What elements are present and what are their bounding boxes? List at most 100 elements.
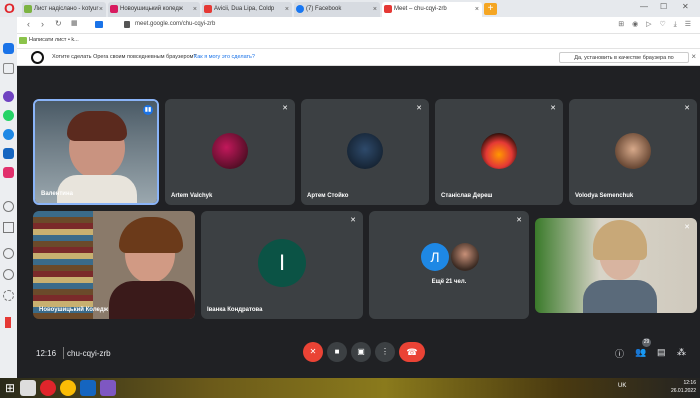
close-icon[interactable]: ×: [691, 52, 696, 61]
tab-meet[interactable]: Meet – chu-cqyi-zrb ×: [382, 2, 482, 17]
avatar: Л: [421, 243, 449, 271]
people-icon[interactable]: 👥: [635, 347, 646, 358]
chat-icon[interactable]: ▤: [657, 347, 666, 358]
tab-label: (7) Facebook: [306, 6, 342, 12]
tabs-grid-icon[interactable]: ▦: [71, 19, 78, 27]
opera-icon[interactable]: [40, 380, 56, 396]
more-participants-label: Ещё 21 чел.: [431, 279, 467, 285]
tab-strip: O Лист надіслано - kotyur × Новоушицький …: [0, 0, 700, 17]
person-shirt: [57, 175, 137, 203]
clock-time: 12:16: [683, 380, 696, 386]
instagram-icon[interactable]: [3, 167, 14, 178]
address-actions[interactable]: ⊞ ◉ ▷ ♡ ⤓ ☰: [618, 20, 694, 29]
reload-icon[interactable]: ↻: [55, 19, 62, 28]
divider: [63, 347, 64, 359]
settings-icon[interactable]: [3, 290, 14, 301]
meet-main: ▮▮ Валентина ✕ Artem Valchyk ✕ Артем Сто…: [17, 66, 700, 378]
url-field[interactable]: meet.google.com/chu-cqyi-zrb: [135, 21, 215, 27]
language-indicator[interactable]: UK: [618, 383, 626, 389]
mic-off-icon: ✕: [684, 224, 690, 231]
mic-off-icon: ✕: [350, 217, 356, 224]
more-options-button[interactable]: ⋮: [375, 342, 395, 362]
speed-dial-icon[interactable]: [3, 43, 14, 54]
youtube-favicon-icon: [204, 5, 212, 13]
back-icon[interactable]: ‹: [27, 19, 30, 29]
opera-logo-icon[interactable]: O: [2, 1, 17, 16]
infobar-link[interactable]: Как я могу это сделать?: [194, 54, 255, 60]
tile-name: Artem Valchyk: [171, 193, 213, 199]
tab-youtube[interactable]: Avicii, Dua Lipa, Coldp ×: [202, 2, 292, 17]
participants-badge: 29: [642, 338, 651, 347]
meeting-code: chu-cqyi-zrb: [67, 349, 111, 358]
whatsapp-icon[interactable]: [3, 110, 14, 121]
tile-name: Новоушицький Коледж: [39, 307, 108, 313]
tile-name: Іванка Кондратова: [207, 307, 263, 313]
tab-label: Avicii, Dua Lipa, Coldp: [214, 6, 275, 12]
activities-icon[interactable]: ⁂: [677, 347, 686, 358]
participant-tile-college[interactable]: Новоушицький Коледж: [33, 211, 195, 319]
more-participants-tile[interactable]: ✕ Л Ещё 21 чел.: [369, 211, 529, 319]
maximize-icon[interactable]: ☐: [660, 2, 667, 14]
app-icon[interactable]: [100, 380, 116, 396]
vk-icon[interactable]: [3, 148, 14, 159]
bookmark-item[interactable]: Написати лист • k...: [29, 37, 79, 43]
mic-toggle-button[interactable]: ✕: [303, 342, 323, 362]
avatar: [347, 133, 383, 169]
start-icon[interactable]: ⊞: [2, 380, 18, 396]
infobar-message: Хотите сделать Opera своим повседневным …: [52, 54, 197, 60]
tab-college[interactable]: Новоушицький коледж ×: [108, 2, 200, 17]
app-icon[interactable]: [80, 380, 96, 396]
history-icon[interactable]: [3, 248, 14, 259]
avatar: [481, 133, 517, 169]
participant-tile-artem-valchyk[interactable]: ✕ Artem Valchyk: [165, 99, 295, 205]
meet-favicon-icon: [384, 5, 392, 13]
close-icon[interactable]: ×: [99, 2, 103, 17]
chrome-icon[interactable]: [60, 380, 76, 396]
opera-sidebar: [0, 17, 17, 378]
participant-tile-ivanka-kondratova[interactable]: ✕ І Іванка Кондратова: [201, 211, 363, 319]
participant-tile-volodya-semenchuk[interactable]: ✕ Volodya Semenchuk: [569, 99, 697, 205]
tab-mail[interactable]: Лист надіслано - kotyur ×: [22, 2, 106, 17]
forward-icon[interactable]: ›: [41, 19, 44, 29]
camera-toggle-button[interactable]: ■: [327, 342, 347, 362]
close-icon[interactable]: ×: [373, 2, 377, 17]
explorer-icon[interactable]: [20, 380, 36, 396]
participant-tile-valentyna[interactable]: ▮▮ Валентина: [33, 99, 159, 205]
avatar: І: [258, 239, 306, 287]
participant-tile-stanislav-deresh[interactable]: ✕ Станіслав Дереш: [435, 99, 563, 205]
tile-name: Валентина: [41, 191, 73, 197]
close-icon[interactable]: ×: [285, 2, 289, 17]
windows-taskbar: ⊞ UK 12:16 26.01.2022: [0, 378, 700, 398]
info-icon[interactable]: ⓘ: [615, 347, 624, 360]
minimize-icon[interactable]: —: [640, 2, 648, 14]
avatar: [451, 243, 479, 271]
clock-icon[interactable]: [3, 269, 14, 280]
clock-date: 26.01.2022: [670, 388, 696, 394]
system-clock[interactable]: 12:16 26.01.2022: [671, 379, 696, 395]
tile-name: Volodya Semenchuk: [575, 193, 634, 199]
player-icon[interactable]: [3, 222, 14, 233]
mic-off-icon: ✕: [684, 105, 690, 112]
meeting-time: 12:16: [36, 349, 57, 358]
messenger-icon[interactable]: [3, 91, 14, 102]
person-shirt: [583, 280, 657, 313]
present-button[interactable]: ▣: [351, 342, 371, 362]
participant-tile-artem-stoiko[interactable]: ✕ Артем Стойко: [301, 99, 429, 205]
end-call-button[interactable]: ☎: [399, 342, 425, 362]
tab-label: Meet – chu-cqyi-zrb: [394, 6, 447, 12]
meet-controls: 12:16 chu-cqyi-zrb ✕ ■ ▣ ⋮ ☎ ⓘ 👥 29 ▤ ⁂: [17, 332, 700, 378]
telegram-icon[interactable]: [3, 129, 14, 140]
tab-facebook[interactable]: (7) Facebook ×: [294, 2, 380, 17]
speaking-indicator-icon: ▮▮: [143, 105, 153, 115]
star-icon[interactable]: [3, 63, 14, 74]
close-icon[interactable]: ×: [475, 2, 479, 17]
tab-label: Новоушицький коледж: [120, 6, 183, 12]
window-close-icon[interactable]: ✕: [682, 2, 689, 14]
default-browser-infobar: Хотите сделать Opera своим повседневным …: [17, 48, 700, 71]
snapshot-icon[interactable]: [3, 201, 14, 212]
new-tab-button[interactable]: +: [484, 3, 497, 15]
pin-icon[interactable]: [5, 317, 11, 328]
participant-tile-camera[interactable]: ✕: [535, 218, 697, 313]
set-default-button[interactable]: Да, установить в качестве браузера по ум…: [559, 52, 689, 71]
close-icon[interactable]: ×: [193, 2, 197, 17]
